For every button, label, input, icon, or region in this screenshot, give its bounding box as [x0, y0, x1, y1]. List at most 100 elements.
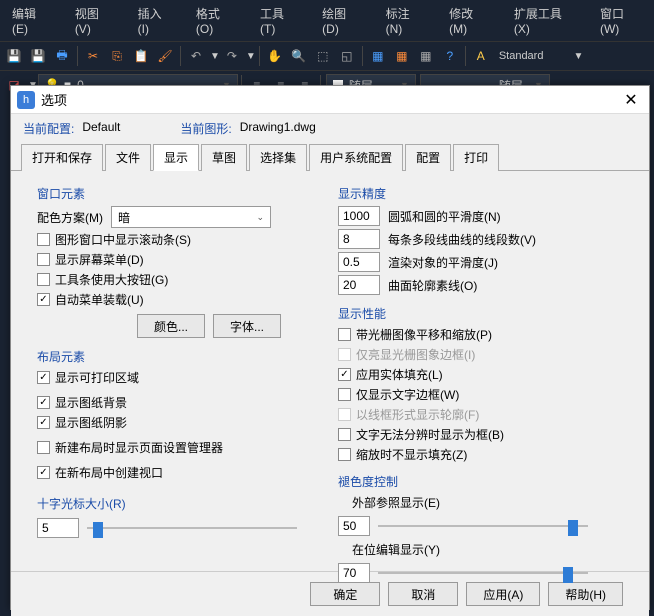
xref-label: 外部参照显示(E) — [352, 494, 623, 511]
redo-icon[interactable]: ↷ — [221, 45, 243, 67]
menu-tools[interactable]: 工具(T) — [248, 2, 310, 39]
cb-text-frame[interactable] — [338, 388, 351, 401]
cb-text-box[interactable] — [338, 428, 351, 441]
polyline-seg-input[interactable] — [338, 229, 380, 249]
group-fade: 褪色度控制 — [338, 473, 623, 490]
edit-slider[interactable] — [378, 563, 588, 583]
cb-printable[interactable] — [37, 371, 50, 384]
tab-user[interactable]: 用户系统配置 — [309, 144, 403, 171]
cb-large-buttons-label: 工具条使用大按钮(G) — [55, 271, 168, 288]
xref-input[interactable] — [338, 516, 370, 536]
cb-paper-bg-label: 显示图纸背景 — [55, 394, 127, 411]
cb-page-setup[interactable] — [37, 441, 50, 454]
colors-button[interactable]: 颜色... — [137, 314, 205, 338]
redo-dropdown[interactable]: ▼ — [246, 51, 256, 62]
render-smooth-input[interactable] — [338, 252, 380, 272]
profile-row: 当前配置: Default 当前图形: Drawing1.dwg — [11, 114, 649, 143]
left-col: 窗口元素 配色方案(M) 暗 ⌄ 图形窗口中显示滚动条(S) 显示屏幕菜单(D)… — [29, 179, 330, 563]
surface-contour-label: 曲面轮廓素线(O) — [388, 277, 477, 294]
dialog-titlebar: h 选项 ✕ — [11, 86, 649, 114]
tab-profile[interactable]: 配置 — [405, 144, 451, 171]
tab-plot[interactable]: 打印 — [453, 144, 499, 171]
calc-icon[interactable]: ▦ — [391, 45, 413, 67]
cb-screen-menu[interactable] — [37, 253, 50, 266]
cb-auto-menu[interactable] — [37, 293, 50, 306]
save-icon[interactable]: 💾 — [3, 45, 25, 67]
cb-raster-frame-label: 仅亮显光栅图象边框(I) — [356, 346, 475, 363]
tab-display[interactable]: 显示 — [153, 144, 199, 171]
paste-icon[interactable]: 📋 — [130, 45, 152, 67]
properties-icon[interactable]: ▦ — [367, 45, 389, 67]
tool-icon[interactable]: ▦ — [415, 45, 437, 67]
cb-zoom-fill[interactable] — [338, 448, 351, 461]
crosshair-slider[interactable] — [87, 518, 297, 538]
print-icon[interactable]: 🖶 — [51, 45, 73, 67]
drawing-value: Drawing1.dwg — [240, 120, 316, 137]
zoom-prev-icon[interactable]: ◱ — [336, 45, 358, 67]
cb-viewport-label: 在新布局中创建视口 — [55, 464, 163, 481]
cb-solid-fill[interactable] — [338, 368, 351, 381]
render-smooth-label: 渲染对象的平滑度(J) — [388, 254, 498, 271]
right-col: 显示精度 圆弧和圆的平滑度(N) 每条多段线曲线的线段数(V) 渲染对象的平滑度… — [330, 179, 631, 563]
menubar: 编辑(E) 视图(V) 插入(I) 格式(O) 工具(T) 绘图(D) 标注(N… — [0, 0, 654, 41]
cb-paper-shadow-label: 显示图纸阴影 — [55, 414, 127, 431]
cb-wireframe — [338, 408, 351, 421]
menu-window[interactable]: 窗口(W) — [588, 2, 654, 39]
tab-selection[interactable]: 选择集 — [249, 144, 307, 171]
apply-button[interactable]: 应用(A) — [466, 582, 540, 606]
cb-scrollbars-label: 图形窗口中显示滚动条(S) — [55, 231, 191, 248]
tab-files[interactable]: 文件 — [105, 144, 151, 171]
undo-dropdown[interactable]: ▼ — [210, 51, 220, 62]
zoom-icon[interactable]: 🔍 — [288, 45, 310, 67]
pan-icon[interactable]: ✋ — [264, 45, 286, 67]
copy-icon[interactable]: ⎘ — [106, 45, 128, 67]
menu-dim[interactable]: 标注(N) — [374, 2, 437, 39]
color-scheme-value: 暗 — [118, 209, 130, 226]
menu-insert[interactable]: 插入(I) — [126, 2, 184, 39]
group-crosshair: 十字光标大小(R) — [37, 495, 322, 512]
textstyle-icon[interactable]: A — [470, 45, 492, 67]
cb-scrollbars[interactable] — [37, 233, 50, 246]
dialog-icon: h — [17, 91, 35, 109]
cb-paper-shadow[interactable] — [37, 416, 50, 429]
zoom-window-icon[interactable]: ⬚ — [312, 45, 334, 67]
group-window-elements: 窗口元素 — [37, 185, 322, 202]
textstyle-dropdown[interactable]: ▼ — [573, 51, 583, 62]
ok-button[interactable]: 确定 — [310, 582, 380, 606]
menu-draw[interactable]: 绘图(D) — [310, 2, 373, 39]
help-button[interactable]: 帮助(H) — [548, 582, 623, 606]
help-icon[interactable]: ? — [439, 45, 461, 67]
menu-modify[interactable]: 修改(M) — [437, 2, 502, 39]
undo-icon[interactable]: ↶ — [185, 45, 207, 67]
arc-smooth-input[interactable] — [338, 206, 380, 226]
cut-icon[interactable]: ✂ — [82, 45, 104, 67]
menu-ext[interactable]: 扩展工具(X) — [502, 2, 588, 39]
menu-format[interactable]: 格式(O) — [184, 2, 248, 39]
cb-viewport[interactable] — [37, 466, 50, 479]
cb-paper-bg[interactable] — [37, 396, 50, 409]
textstyle-label: Standard — [499, 50, 544, 62]
crosshair-input[interactable] — [37, 518, 79, 538]
menu-edit[interactable]: 编辑(E) — [0, 2, 63, 39]
cb-screen-menu-label: 显示屏幕菜单(D) — [55, 251, 144, 268]
color-scheme-select[interactable]: 暗 ⌄ — [111, 206, 271, 228]
cb-large-buttons[interactable] — [37, 273, 50, 286]
fonts-button[interactable]: 字体... — [213, 314, 281, 338]
match-icon[interactable]: 🖌 — [154, 45, 176, 67]
menu-view[interactable]: 视图(V) — [63, 2, 126, 39]
cb-raster-pan[interactable] — [338, 328, 351, 341]
cb-auto-menu-label: 自动菜单装载(U) — [55, 291, 144, 308]
profile-value: Default — [82, 120, 120, 137]
xref-slider[interactable] — [378, 516, 588, 536]
close-icon[interactable]: ✕ — [619, 88, 643, 112]
drawing-label: 当前图形: — [180, 120, 231, 137]
toolbar: 💾 💾 🖶 ✂ ⎘ 📋 🖌 ↶ ▼ ↷ ▼ ✋ 🔍 ⬚ ◱ ▦ ▦ ▦ ? A … — [0, 41, 654, 70]
dialog-title: 选项 — [41, 90, 619, 109]
cancel-button[interactable]: 取消 — [388, 582, 458, 606]
saveas-icon[interactable]: 💾 — [27, 45, 49, 67]
edit-input[interactable] — [338, 563, 370, 583]
cb-text-box-label: 文字无法分辨时显示为框(B) — [356, 426, 504, 443]
tab-draft[interactable]: 草图 — [201, 144, 247, 171]
tab-open-save[interactable]: 打开和保存 — [21, 144, 103, 171]
surface-contour-input[interactable] — [338, 275, 380, 295]
